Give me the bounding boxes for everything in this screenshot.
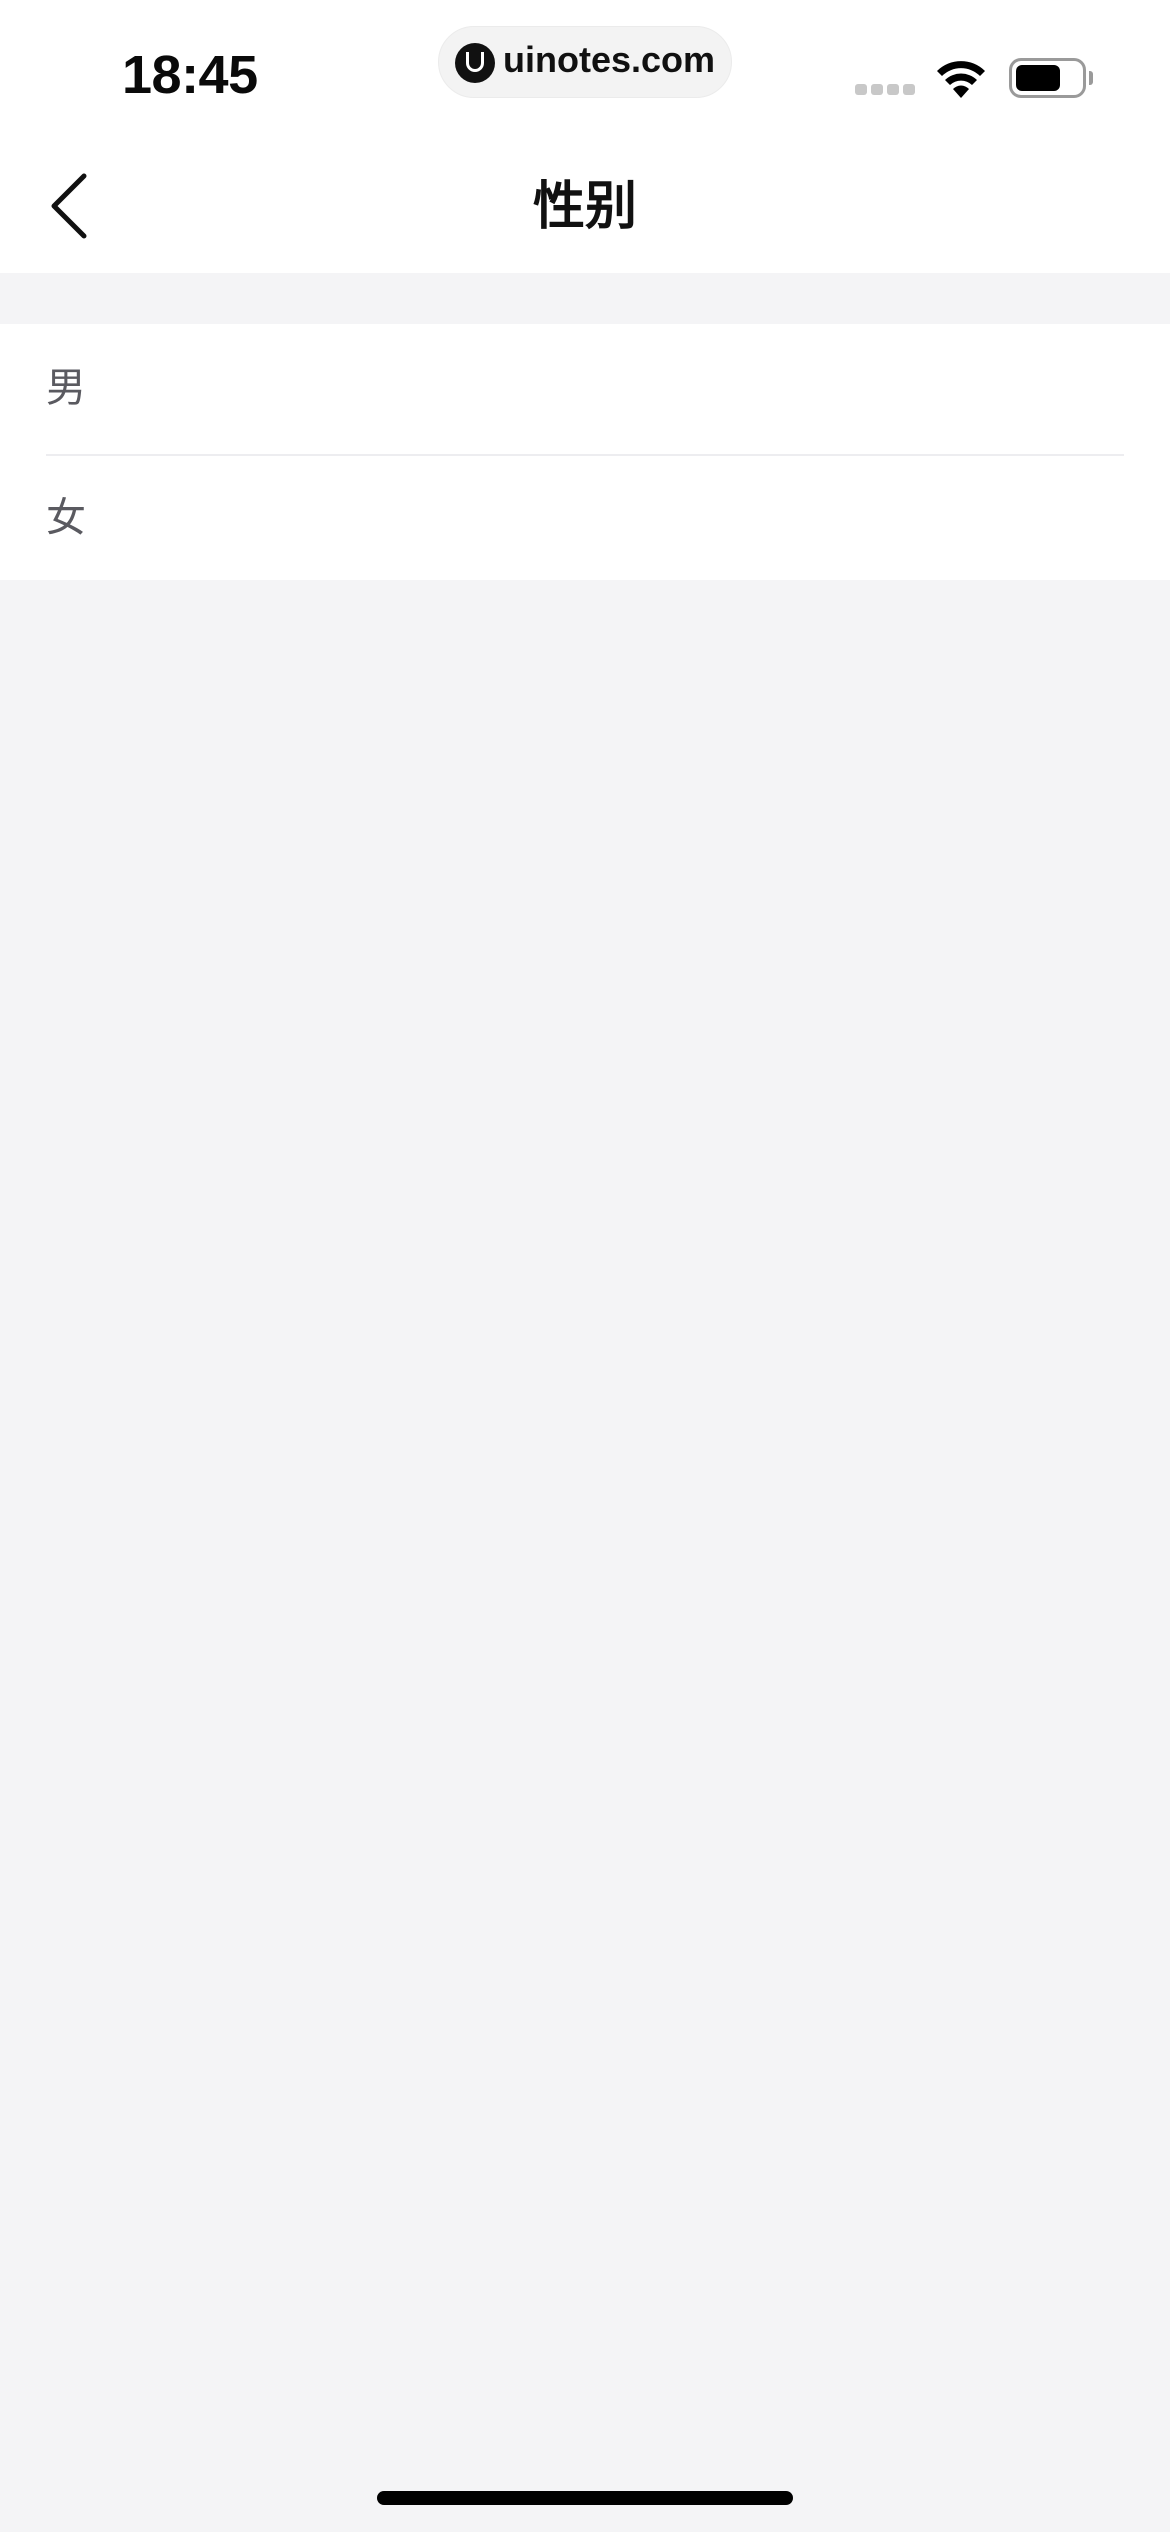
status-bar: 18:45 uinotes.com	[0, 0, 1170, 140]
navigation-bar: 性别	[0, 140, 1170, 273]
uinotes-logo-icon	[455, 43, 495, 83]
gender-option-list: 男 女	[0, 324, 1170, 580]
option-female[interactable]: 女	[0, 454, 1170, 582]
option-label: 女	[46, 495, 86, 541]
cellular-signal-icon	[855, 84, 915, 96]
watermark-badge: uinotes.com	[438, 26, 732, 98]
watermark-text: uinotes.com	[503, 39, 716, 80]
wifi-icon	[937, 61, 985, 98]
status-time: 18:45	[122, 45, 258, 105]
page-title: 性别	[532, 177, 637, 237]
battery-icon	[1009, 58, 1093, 98]
option-male[interactable]: 男	[0, 324, 1170, 456]
option-label: 男	[46, 365, 86, 411]
home-indicator[interactable]	[377, 2491, 793, 2505]
